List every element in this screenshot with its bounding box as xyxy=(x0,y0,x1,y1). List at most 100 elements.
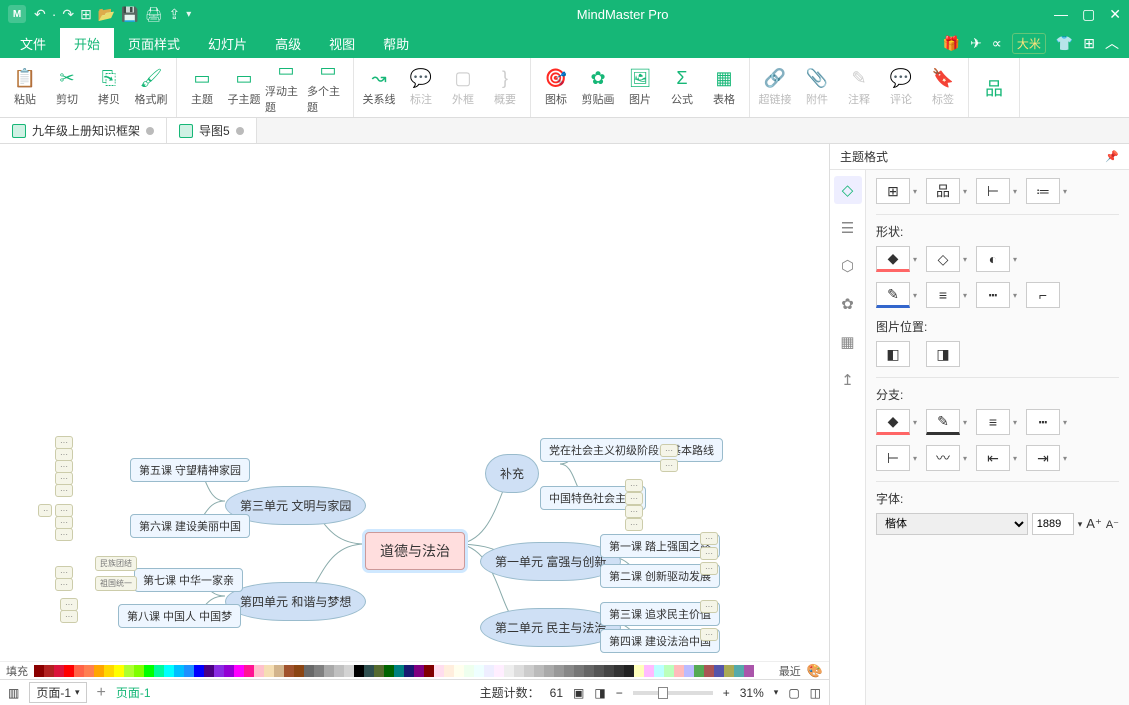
palette-icon[interactable]: 🎨 xyxy=(807,663,823,679)
color-swatch[interactable] xyxy=(84,665,94,677)
color-swatch[interactable] xyxy=(434,665,444,677)
presentation-icon[interactable]: ▢ xyxy=(788,686,799,700)
share-icon[interactable]: ∝ xyxy=(992,35,1002,52)
color-swatch[interactable] xyxy=(214,665,224,677)
ribbon-more[interactable]: 品 xyxy=(973,62,1015,113)
tshirt-icon[interactable]: 👕 xyxy=(1056,35,1073,52)
shape-type[interactable]: ◇ xyxy=(926,246,960,272)
color-swatch[interactable] xyxy=(104,665,114,677)
border-weight[interactable]: ≡ xyxy=(926,282,960,308)
ribbon-标签[interactable]: 🔖标签 xyxy=(922,62,964,113)
color-swatch[interactable] xyxy=(324,665,334,677)
undo-icon[interactable]: ↶ xyxy=(34,6,46,23)
sidetab-history[interactable]: ↥ xyxy=(834,366,862,394)
pin-icon[interactable]: 📌 xyxy=(1105,150,1119,163)
img-right[interactable]: ◨ xyxy=(926,341,960,367)
node-tiny[interactable]: ··· xyxy=(700,562,718,575)
color-swatch[interactable] xyxy=(394,665,404,677)
grid-icon[interactable]: ⊞ xyxy=(1083,35,1095,52)
ribbon-公式[interactable]: Σ公式 xyxy=(661,62,703,113)
color-swatch[interactable] xyxy=(704,665,714,677)
branch-weight[interactable]: ≡ xyxy=(976,409,1010,435)
color-swatch[interactable] xyxy=(364,665,374,677)
color-swatch[interactable] xyxy=(74,665,84,677)
node-l3b[interactable]: 第六课 建设美丽中国 xyxy=(130,514,250,538)
border-color[interactable]: ✎ xyxy=(876,282,910,308)
node-t4a1[interactable]: 民族团结 xyxy=(95,556,137,571)
ribbon-拷贝[interactable]: ⎘拷贝 xyxy=(88,62,130,113)
branch-connector[interactable]: ⊢ xyxy=(876,445,910,471)
border-style[interactable]: ┅ xyxy=(976,282,1010,308)
color-swatch[interactable] xyxy=(524,665,534,677)
color-swatch[interactable] xyxy=(294,665,304,677)
zoom-slider[interactable] xyxy=(633,691,713,695)
node-tiny[interactable]: ··· xyxy=(700,628,718,641)
color-swatch[interactable] xyxy=(644,665,654,677)
node-l4b[interactable]: 第八课 中国人 中国梦 xyxy=(118,604,241,628)
color-swatch[interactable] xyxy=(504,665,514,677)
node-tiny[interactable]: ··· xyxy=(625,479,643,492)
branch-arrow-end[interactable]: ⇥ xyxy=(1026,445,1060,471)
shape-corner[interactable]: ◐ xyxy=(976,246,1010,272)
doc-tab-1[interactable]: 导图5 xyxy=(167,118,257,143)
color-swatch[interactable] xyxy=(564,665,574,677)
sidetab-clipart[interactable]: ✿ xyxy=(834,290,862,318)
color-swatch[interactable] xyxy=(254,665,264,677)
sidetab-task[interactable]: ▦ xyxy=(834,328,862,356)
doc-tab-0[interactable]: 九年级上册知识框架 xyxy=(0,118,167,143)
node-tiny[interactable]: ··· xyxy=(700,532,718,545)
decrease-font-icon[interactable]: A⁻ xyxy=(1106,518,1119,531)
color-swatch[interactable] xyxy=(654,665,664,677)
font-size-input[interactable] xyxy=(1032,513,1074,535)
ribbon-标注[interactable]: 💬标注 xyxy=(400,62,442,113)
layout-style-3[interactable]: ⊢ xyxy=(976,178,1010,204)
menu-view[interactable]: 视图 xyxy=(315,28,369,58)
ribbon-注释[interactable]: ✎注释 xyxy=(838,62,880,113)
color-swatch[interactable] xyxy=(334,665,344,677)
color-swatch[interactable] xyxy=(264,665,274,677)
color-swatches[interactable] xyxy=(34,665,773,677)
color-swatch[interactable] xyxy=(114,665,124,677)
node-t4a2[interactable]: 祖国统一 xyxy=(95,576,137,591)
color-swatch[interactable] xyxy=(554,665,564,677)
color-swatch[interactable] xyxy=(584,665,594,677)
page-selector[interactable]: 页面-1 ▾ xyxy=(29,682,86,703)
branch-pen[interactable]: ✎ xyxy=(926,409,960,435)
color-swatch[interactable] xyxy=(574,665,584,677)
sidetab-outline[interactable]: ☰ xyxy=(834,214,862,242)
color-swatch[interactable] xyxy=(224,665,234,677)
ribbon-附件[interactable]: 📎附件 xyxy=(796,62,838,113)
node-supplement[interactable]: 补充 xyxy=(485,454,539,493)
sidetab-format[interactable]: ◇ xyxy=(834,176,862,204)
node-ext1[interactable]: 党在社会主义初级阶段的基本路线 xyxy=(540,438,723,462)
layout-style-2[interactable]: 品 xyxy=(926,178,960,204)
color-swatch[interactable] xyxy=(404,665,414,677)
color-swatch[interactable] xyxy=(54,665,64,677)
menu-advanced[interactable]: 高级 xyxy=(261,28,315,58)
ribbon-概要[interactable]: }概要 xyxy=(484,62,526,113)
node-tiny[interactable]: ··· xyxy=(625,492,643,505)
minimize-icon[interactable]: — xyxy=(1054,6,1068,23)
ribbon-多个主题[interactable]: ▭多个主题 xyxy=(307,62,349,113)
gift-icon[interactable]: 🎁 xyxy=(943,35,960,52)
border-radius[interactable]: ⌐ xyxy=(1026,282,1060,308)
zoom-out-icon[interactable]: − xyxy=(616,686,623,700)
node-root[interactable]: 道德与法治 xyxy=(365,532,465,570)
canvas[interactable]: 道德与法治 补充 第一单元 富强与创新 第二单元 民主与法治 党在社会主义初级阶… xyxy=(0,144,829,661)
send-icon[interactable]: ✈ xyxy=(970,35,982,52)
color-swatch[interactable] xyxy=(124,665,134,677)
zoom-in-icon[interactable]: + xyxy=(723,686,730,700)
fit-page-icon[interactable]: ◨ xyxy=(594,686,605,700)
color-swatch[interactable] xyxy=(354,665,364,677)
ribbon-图标[interactable]: 🎯图标 xyxy=(535,62,577,113)
img-left[interactable]: ◧ xyxy=(876,341,910,367)
color-swatch[interactable] xyxy=(544,665,554,677)
color-swatch[interactable] xyxy=(734,665,744,677)
branch-color[interactable]: ◆ xyxy=(876,409,910,435)
branch-arrow-start[interactable]: ⇤ xyxy=(976,445,1010,471)
color-swatch[interactable] xyxy=(604,665,614,677)
export-icon[interactable]: ⇪ xyxy=(169,6,181,23)
color-swatch[interactable] xyxy=(484,665,494,677)
node-unit4[interactable]: 第四单元 和谐与梦想 xyxy=(225,582,366,621)
redo-icon[interactable]: ↷ xyxy=(62,6,74,23)
